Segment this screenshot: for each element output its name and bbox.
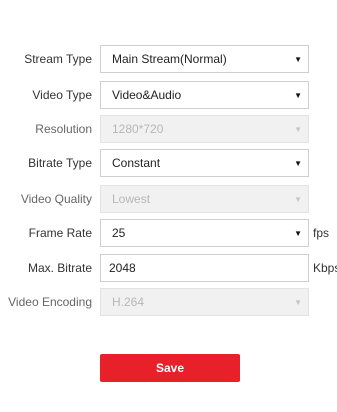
save-button[interactable]: Save [100,354,240,382]
frame-rate-select[interactable]: 25 ▼ [100,219,309,247]
max-bitrate-row: Max. Bitrate 2048 Kbps [0,254,337,282]
resolution-row: Resolution 1280*720 ▼ [0,115,337,143]
video-type-select[interactable]: Video&Audio ▼ [100,81,309,109]
max-bitrate-value: 2048 [109,261,136,275]
frame-rate-row: Frame Rate 25 ▼ fps [0,219,337,247]
video-type-value: Video&Audio [112,88,182,102]
stream-type-value: Main Stream(Normal) [112,52,227,66]
bitrate-type-label: Bitrate Type [28,156,92,170]
chevron-down-icon: ▼ [294,159,302,168]
video-encoding-value: H.264 [112,295,145,309]
frame-rate-value: 25 [112,226,126,240]
chevron-down-icon: ▼ [294,195,302,204]
stream-type-label: Stream Type [24,52,92,66]
video-encoding-select: H.264 ▼ [100,288,309,316]
video-type-label: Video Type [32,88,92,102]
frame-rate-label: Frame Rate [28,226,92,240]
max-bitrate-unit: Kbps [313,261,337,275]
video-quality-row: Video Quality Lowest ▼ [0,185,337,213]
chevron-down-icon: ▼ [294,229,302,238]
resolution-value: 1280*720 [112,122,164,136]
max-bitrate-input[interactable]: 2048 [100,254,309,282]
chevron-down-icon: ▼ [294,91,302,100]
stream-type-row: Stream Type Main Stream(Normal) ▼ [0,45,337,73]
video-quality-value: Lowest [112,192,151,206]
video-encoding-row: Video Encoding H.264 ▼ [0,288,337,316]
bitrate-type-value: Constant [112,156,161,170]
bitrate-type-row: Bitrate Type Constant ▼ [0,149,337,177]
resolution-label: Resolution [35,122,92,136]
stream-type-select[interactable]: Main Stream(Normal) ▼ [100,45,309,73]
max-bitrate-label: Max. Bitrate [27,261,92,275]
video-quality-select: Lowest ▼ [100,185,309,213]
chevron-down-icon: ▼ [294,298,302,307]
chevron-down-icon: ▼ [294,125,302,134]
video-type-row: Video Type Video&Audio ▼ [0,81,337,109]
resolution-select: 1280*720 ▼ [100,115,309,143]
video-quality-label: Video Quality [20,192,92,206]
frame-rate-unit: fps [313,226,330,240]
chevron-down-icon: ▼ [294,55,302,64]
video-encoding-label: Video Encoding [8,295,92,309]
bitrate-type-select[interactable]: Constant ▼ [100,149,309,177]
